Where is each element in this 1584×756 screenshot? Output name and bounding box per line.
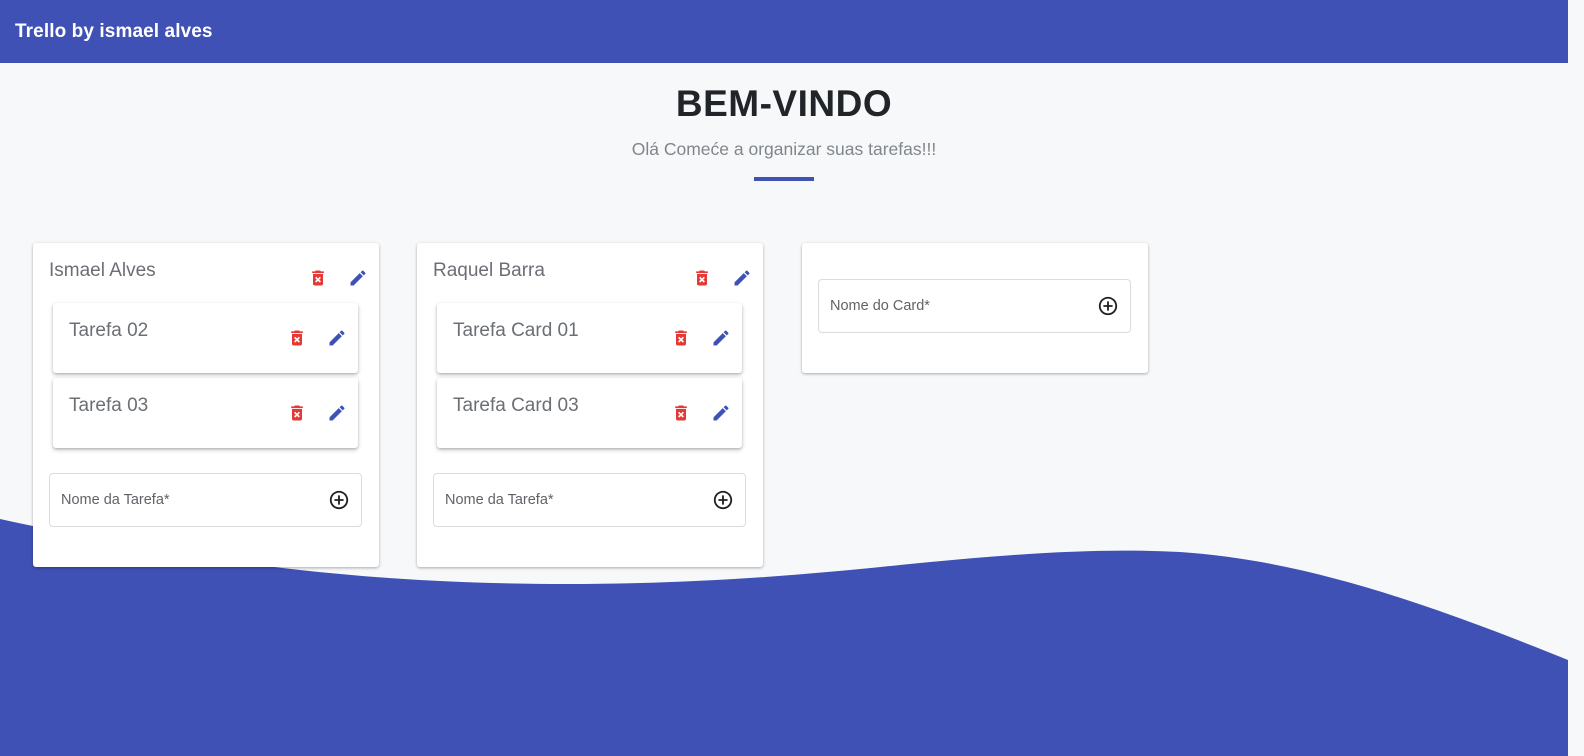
delete-forever-icon — [696, 270, 708, 286]
delete-forever-icon — [312, 270, 324, 286]
delete-list-button[interactable] — [307, 267, 329, 289]
delete-forever-icon — [675, 330, 687, 346]
add-circle-outline-icon — [329, 490, 349, 510]
pencil-icon — [329, 330, 345, 346]
edit-task-button[interactable] — [326, 327, 348, 349]
add-circle-outline-icon — [1098, 296, 1118, 316]
top-app-bar: Trello by ismael alves — [0, 0, 1568, 63]
scrollbar-track[interactable] — [1568, 0, 1584, 756]
page: Trello by ismael alves BEM-VINDO Olá Com… — [0, 0, 1584, 756]
new-task-input[interactable] — [61, 492, 311, 508]
edit-task-button[interactable] — [710, 327, 732, 349]
list-card: Ismael Alves Tarefa 02 Tarefa 03 — [33, 243, 379, 567]
title-divider — [754, 177, 814, 181]
page-subtitle: Olá Comeće a organizar suas tarefas!!! — [631, 139, 937, 159]
list-card: Raquel Barra Tarefa Card 01 Tarefa Card … — [417, 243, 763, 567]
page-title: BEM-VINDO — [675, 83, 893, 124]
edit-list-button[interactable] — [731, 267, 753, 289]
task-card[interactable]: Tarefa Card 03 — [437, 378, 742, 448]
task-title: Tarefa Card 03 — [453, 395, 579, 416]
edit-list-button[interactable] — [347, 267, 369, 289]
delete-task-button[interactable] — [286, 402, 308, 424]
welcome-section: BEM-VINDO Olá Comeće a organizar suas ta… — [0, 63, 1568, 181]
task-title: Tarefa 03 — [69, 395, 149, 416]
delete-forever-icon — [291, 405, 303, 421]
edit-task-button[interactable] — [326, 402, 348, 424]
new-task-field — [433, 473, 746, 527]
task-card[interactable]: Tarefa 03 — [53, 378, 358, 448]
new-list-card — [802, 243, 1148, 373]
task-title: Tarefa Card 01 — [453, 320, 579, 341]
add-task-button[interactable] — [712, 489, 734, 511]
delete-list-button[interactable] — [691, 267, 713, 289]
add-circle-outline-icon — [713, 490, 733, 510]
pencil-icon — [350, 270, 366, 286]
new-task-input[interactable] — [445, 492, 695, 508]
pencil-icon — [734, 270, 750, 286]
new-task-field — [49, 473, 362, 527]
delete-task-button[interactable] — [670, 327, 692, 349]
task-card[interactable]: Tarefa Card 01 — [437, 303, 742, 373]
app-brand[interactable]: Trello by ismael alves — [15, 21, 213, 43]
delete-task-button[interactable] — [286, 327, 308, 349]
pencil-icon — [713, 330, 729, 346]
list-title: Raquel Barra — [433, 260, 545, 281]
edit-task-button[interactable] — [710, 402, 732, 424]
new-card-field — [818, 279, 1131, 333]
pencil-icon — [713, 405, 729, 421]
task-card[interactable]: Tarefa 02 — [53, 303, 358, 373]
delete-forever-icon — [675, 405, 687, 421]
task-title: Tarefa 02 — [69, 320, 149, 341]
list-title: Ismael Alves — [49, 260, 156, 281]
delete-forever-icon — [291, 330, 303, 346]
add-task-button[interactable] — [328, 489, 350, 511]
add-card-button[interactable] — [1097, 295, 1119, 317]
pencil-icon — [329, 405, 345, 421]
delete-task-button[interactable] — [670, 402, 692, 424]
new-card-input[interactable] — [830, 298, 1080, 314]
